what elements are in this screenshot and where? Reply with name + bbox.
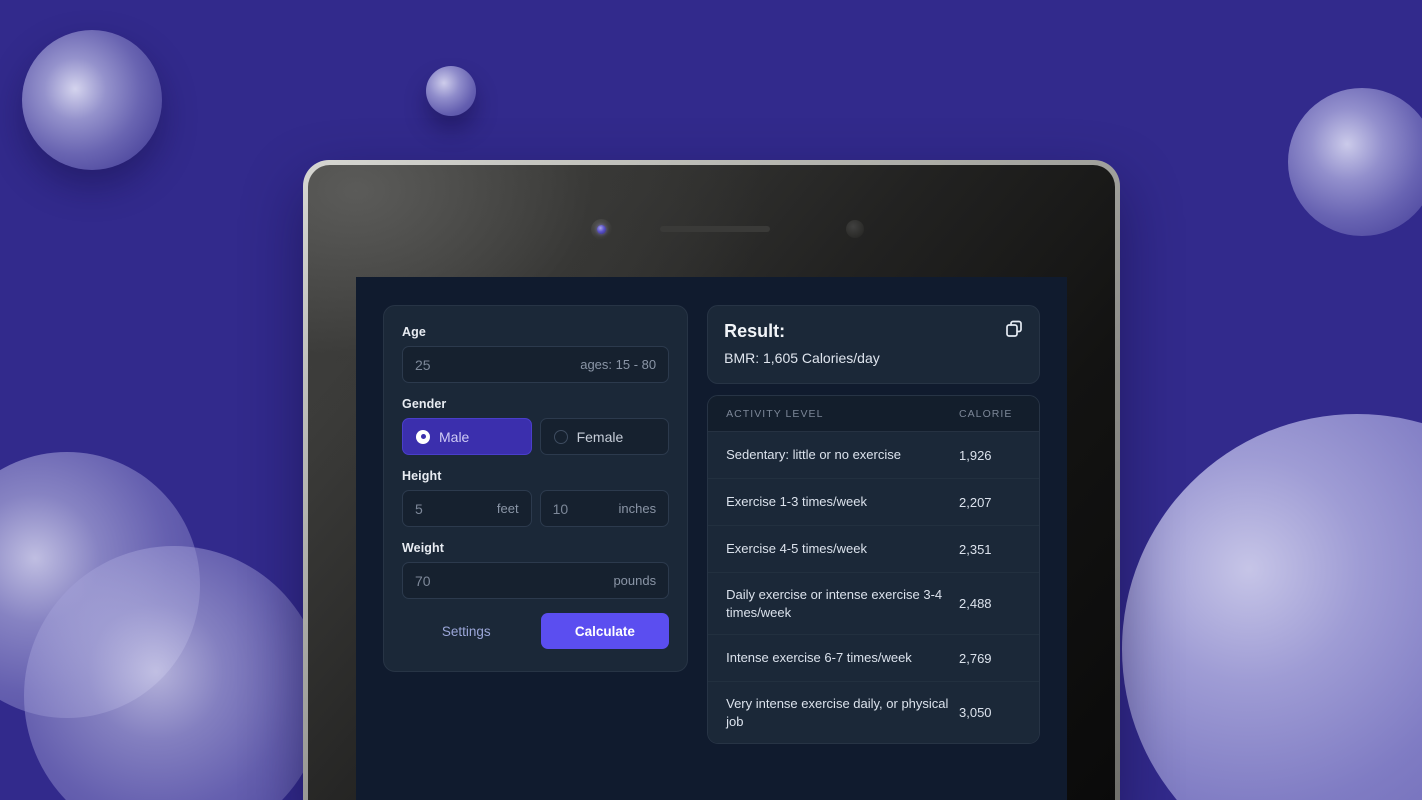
table-cell-activity: Daily exercise or intense exercise 3-4 t…	[726, 587, 943, 620]
gender-radio-group: Male Female	[402, 418, 670, 455]
radio-selected-icon	[416, 429, 430, 444]
age-label: Age	[402, 325, 426, 339]
decorative-sphere-bottom-right-large	[1122, 414, 1422, 800]
table-cell-calorie: 2,207	[959, 494, 992, 510]
decorative-sphere-top-right	[1288, 88, 1422, 236]
table-cell-calorie: 2,488	[959, 596, 992, 612]
table-row[interactable]: Exercise 1-3 times/week 2,207	[708, 479, 1039, 526]
table-cell-calorie: 2,769	[959, 650, 992, 666]
result-card: Result: BMR: 1,605 Calories/day	[707, 305, 1040, 384]
decorative-sphere-top-small	[426, 66, 476, 116]
table-header-row: ACTIVITY LEVEL CALORIE	[708, 396, 1039, 432]
table-cell-activity: Exercise 4-5 times/week	[726, 541, 867, 557]
weight-input[interactable]: 70 pounds	[402, 562, 670, 599]
calculator-form-panel: Age 25 ages: 15 - 80 Gender Male Female …	[383, 305, 689, 672]
table-header-activity: ACTIVITY LEVEL	[726, 408, 824, 420]
speaker-bar-icon	[660, 226, 770, 232]
table-header-calorie: CALORIE	[959, 408, 1013, 420]
height-feet-suffix: feet	[496, 501, 519, 516]
table-row[interactable]: Sedentary: little or no exercise 1,926	[708, 432, 1039, 479]
radio-unselected-icon	[553, 429, 568, 444]
laptop-device: Age 25 ages: 15 - 80 Gender Male Female …	[303, 160, 1120, 800]
app-screen: Age 25 ages: 15 - 80 Gender Male Female …	[356, 277, 1067, 800]
table-row[interactable]: Intense exercise 6-7 times/week 2,769	[708, 635, 1039, 683]
gender-label: Gender	[402, 397, 447, 411]
activity-calorie-table: ACTIVITY LEVEL CALORIE Sedentary: little…	[707, 395, 1040, 745]
weight-input-value: 70	[415, 572, 431, 589]
calculate-button[interactable]: Calculate	[540, 613, 670, 649]
table-row[interactable]: Daily exercise or intense exercise 3-4 t…	[708, 573, 1039, 636]
height-feet-value: 5	[415, 500, 423, 517]
table-cell-calorie: 3,050	[959, 705, 992, 721]
sensor-dot-icon	[846, 220, 864, 238]
table-cell-activity: Intense exercise 6-7 times/week	[726, 650, 912, 666]
weight-input-suffix: pounds	[613, 573, 657, 588]
age-input-value: 25	[415, 356, 431, 373]
height-row: 5 feet 10 inches	[402, 490, 670, 527]
gender-option-male[interactable]: Male	[402, 418, 532, 455]
gender-option-female-label: Female	[576, 428, 624, 445]
result-title: Result:	[724, 321, 786, 341]
table-cell-activity: Sedentary: little or no exercise	[726, 447, 901, 463]
laptop-bezel: Age 25 ages: 15 - 80 Gender Male Female …	[308, 165, 1115, 800]
result-bmr-value: BMR: 1,605 Calories/day	[724, 350, 880, 366]
form-actions: Settings Calculate	[402, 613, 670, 649]
copy-icon[interactable]	[1004, 318, 1026, 340]
gender-option-female[interactable]: Female	[539, 418, 670, 455]
camera-lens-icon	[597, 225, 606, 234]
table-cell-activity: Exercise 1-3 times/week	[726, 494, 867, 510]
decorative-sphere-top-left	[22, 30, 162, 170]
table-row[interactable]: Very intense exercise daily, or physical…	[708, 682, 1039, 744]
height-feet-input[interactable]: 5 feet	[402, 490, 532, 527]
height-label: Height	[402, 469, 442, 483]
height-inches-suffix: inches	[618, 501, 657, 516]
weight-row: 70 pounds	[402, 562, 670, 599]
age-input[interactable]: 25 ages: 15 - 80	[402, 346, 670, 383]
table-cell-calorie: 2,351	[959, 541, 992, 557]
age-input-hint: ages: 15 - 80	[580, 357, 657, 372]
result-column: Result: BMR: 1,605 Calories/day ACTIVITY…	[707, 305, 1040, 745]
bmr-calculator-app: Age 25 ages: 15 - 80 Gender Male Female …	[383, 305, 1040, 745]
table-cell-calorie: 1,926	[959, 447, 992, 463]
weight-label: Weight	[402, 541, 445, 555]
age-row: 25 ages: 15 - 80	[402, 346, 670, 383]
gender-option-male-label: Male	[439, 428, 470, 445]
settings-button[interactable]: Settings	[402, 614, 531, 649]
height-inches-input[interactable]: 10 inches	[539, 490, 670, 527]
height-inches-value: 10	[552, 500, 569, 517]
table-cell-activity: Very intense exercise daily, or physical…	[726, 696, 949, 729]
camera-icon	[591, 219, 612, 240]
table-row[interactable]: Exercise 4-5 times/week 2,351	[708, 526, 1039, 573]
